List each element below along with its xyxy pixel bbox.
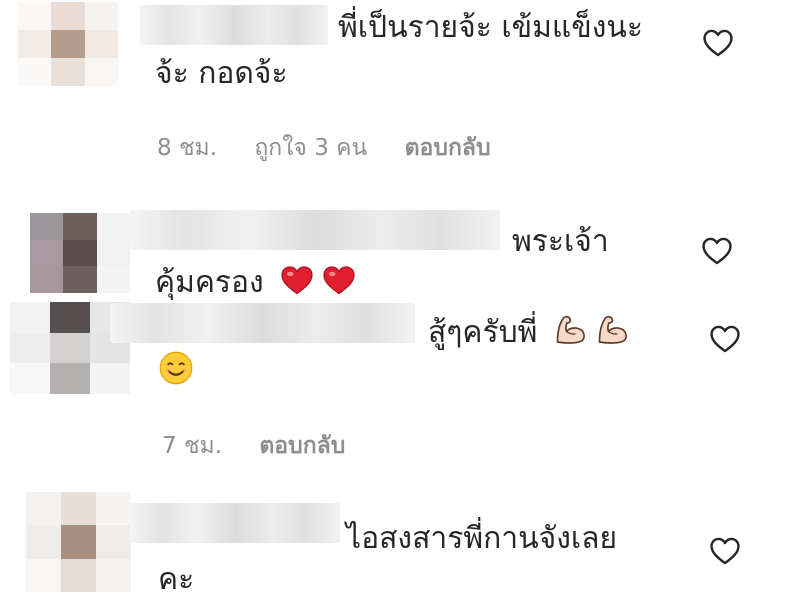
like-heart-icon[interactable]	[700, 234, 734, 268]
comment-meta: 7 ชม. ตอบกลับ	[162, 428, 375, 464]
comment-text: ไอสงสารพี่กานจังเลย	[346, 521, 618, 556]
comment-text: พี่เป็นรายจ้ะ เข้มแข็งนะ	[338, 10, 643, 45]
avatar[interactable]	[30, 213, 130, 293]
flexed-biceps-emoji	[595, 312, 631, 359]
comment-text-continued	[158, 350, 194, 397]
red-heart-emoji	[279, 262, 315, 309]
likes-count-link[interactable]: ถูกใจ 3 คน	[254, 135, 367, 161]
reply-button[interactable]: ตอบกลับ	[405, 135, 491, 161]
comment-text-continued: คะ	[158, 562, 195, 597]
redacted-username	[130, 503, 340, 543]
red-heart-emoji	[321, 262, 357, 309]
redacted-username	[110, 303, 415, 343]
comment-text-fragment: คุ้มครอง	[155, 265, 264, 300]
comments-feed: พี่เป็นรายจ้ะ เข้มแข็งนะ จ้ะ กอดจ้ะ 8 ชม…	[0, 0, 800, 600]
avatar[interactable]	[18, 2, 118, 86]
comment-text: สู้ๆครับพี่	[428, 312, 631, 359]
like-heart-icon[interactable]	[708, 534, 742, 568]
smiling-face-emoji	[158, 350, 194, 397]
like-heart-icon[interactable]	[701, 26, 735, 60]
avatar[interactable]	[26, 492, 131, 592]
reply-button[interactable]: ตอบกลับ	[259, 433, 345, 459]
like-heart-icon[interactable]	[708, 322, 742, 356]
comment-meta: 8 ชม. ถูกใจ 3 คน ตอบกลับ	[157, 130, 521, 166]
redacted-username	[130, 210, 500, 250]
comment-text-continued: จ้ะ กอดจ้ะ	[155, 56, 288, 91]
redacted-username	[140, 5, 328, 45]
comment-timestamp: 8 ชม.	[157, 135, 218, 161]
comment-text-fragment: สู้ๆครับพี่	[428, 315, 538, 350]
comment-text: พระเจ้า	[512, 224, 609, 259]
comment-timestamp: 7 ชม.	[162, 433, 223, 459]
comment-text-continued: คุ้มครอง	[155, 262, 357, 309]
flexed-biceps-emoji	[553, 312, 589, 359]
